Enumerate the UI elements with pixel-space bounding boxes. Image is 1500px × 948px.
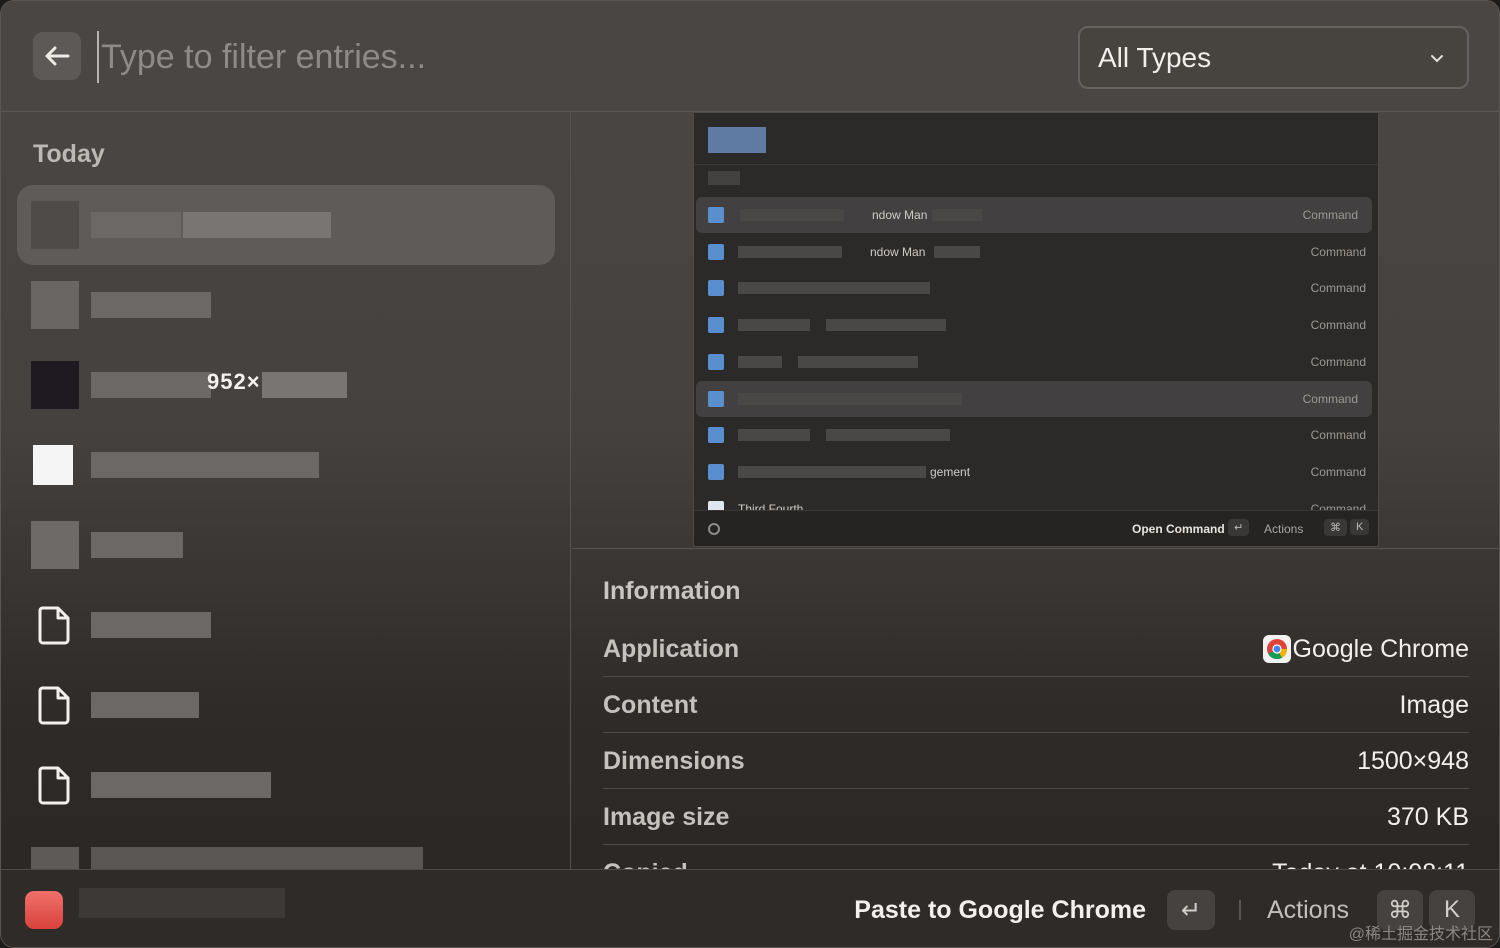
- history-item[interactable]: [17, 505, 555, 585]
- item-thumbnail: [31, 201, 79, 249]
- item-title: [91, 452, 319, 478]
- item-title: [91, 847, 423, 869]
- item-title: [91, 612, 211, 638]
- preview-header: [694, 113, 1378, 165]
- item-title: [91, 692, 199, 718]
- info-row-content: Content Image: [603, 677, 1469, 733]
- preview-row: Command: [694, 344, 1378, 380]
- history-item[interactable]: [17, 745, 555, 825]
- paste-button[interactable]: Paste to Google Chrome: [854, 896, 1146, 925]
- gear-icon: [708, 523, 720, 535]
- file-icon: [38, 766, 70, 805]
- preview-row: ndow Man Command: [694, 234, 1378, 270]
- preview-open-command: Open Command: [1132, 522, 1225, 536]
- history-item[interactable]: [17, 665, 555, 745]
- info-row-image-size: Image size 370 KB: [603, 789, 1469, 845]
- preview-row: Command: [694, 417, 1378, 453]
- info-row-application: Application Google Chrome: [603, 621, 1469, 677]
- search-input[interactable]: [97, 31, 997, 83]
- back-button[interactable]: [33, 32, 81, 80]
- history-item[interactable]: [17, 185, 555, 265]
- item-thumbnail: [31, 847, 79, 869]
- preview-row: Command: [696, 381, 1372, 417]
- file-icon: [38, 606, 70, 645]
- info-title: Information: [603, 577, 741, 605]
- clipboard-history-window: All Types Today 952×: [0, 0, 1500, 948]
- item-thumbnail: [31, 521, 79, 569]
- history-item[interactable]: [17, 425, 555, 505]
- divider: [572, 548, 1499, 549]
- item-thumbnail: [31, 361, 79, 409]
- item-title: [91, 212, 181, 238]
- command-icon: [708, 280, 724, 296]
- preview-cmd-key: ⌘: [1324, 519, 1347, 536]
- command-icon: [708, 244, 724, 260]
- divider: [1239, 900, 1241, 920]
- item-title: [91, 532, 183, 558]
- preview-row: Command: [694, 270, 1378, 306]
- item-title: [91, 292, 211, 318]
- item-title: 952×: [207, 369, 261, 394]
- info-row-dimensions: Dimensions 1500×948: [603, 733, 1469, 789]
- history-item[interactable]: 952×: [17, 345, 555, 425]
- image-preview: ndow Man Command ndow Man Command Comman…: [693, 112, 1379, 547]
- section-title-today: Today: [33, 140, 105, 168]
- action-bar: Paste to Google Chrome ↵ Actions ⌘ K @稀土…: [1, 869, 1499, 947]
- chrome-icon: [1263, 635, 1291, 663]
- command-icon: [708, 464, 724, 480]
- arrow-left-icon: [45, 46, 70, 66]
- item-thumbnail: [31, 281, 79, 329]
- command-icon: [708, 354, 724, 370]
- preview-row: Command: [694, 307, 1378, 343]
- info-row-copied: Copied Today at 10:08:11: [603, 845, 1469, 869]
- app-logo-icon: [25, 891, 63, 929]
- preview-row: ndow Man Command: [696, 197, 1372, 233]
- history-item[interactable]: [17, 825, 555, 869]
- preview-action-bar: Open Command ↵ Actions ⌘ K: [694, 510, 1378, 546]
- item-title: [91, 772, 271, 798]
- preview-enter-key: ↵: [1228, 519, 1250, 536]
- item-thumbnail: [33, 445, 73, 485]
- preview-k-key: K: [1350, 519, 1370, 535]
- type-filter-value: All Types: [1098, 41, 1212, 73]
- preview-actions-label: Actions: [1264, 522, 1304, 536]
- enter-key-icon: ↵: [1167, 890, 1215, 930]
- command-icon: [708, 317, 724, 333]
- detail-pane: ndow Man Command ndow Man Command Comman…: [572, 112, 1499, 869]
- type-filter-dropdown[interactable]: All Types: [1078, 26, 1469, 89]
- history-item[interactable]: [17, 265, 555, 345]
- search-bar: All Types: [1, 1, 1499, 112]
- command-icon: [708, 207, 724, 223]
- preview-row: gement Command: [694, 454, 1378, 490]
- preview-row: Third Fourth Command: [694, 491, 1378, 511]
- history-list: Today 952×: [1, 112, 571, 869]
- actions-button[interactable]: Actions: [1267, 896, 1349, 925]
- command-icon: [708, 427, 724, 443]
- file-icon: [38, 686, 70, 725]
- watermark: @稀土掘金技术社区: [1348, 926, 1493, 943]
- command-icon: [708, 391, 724, 407]
- chevron-down-icon: [1431, 55, 1443, 63]
- history-item[interactable]: [17, 585, 555, 665]
